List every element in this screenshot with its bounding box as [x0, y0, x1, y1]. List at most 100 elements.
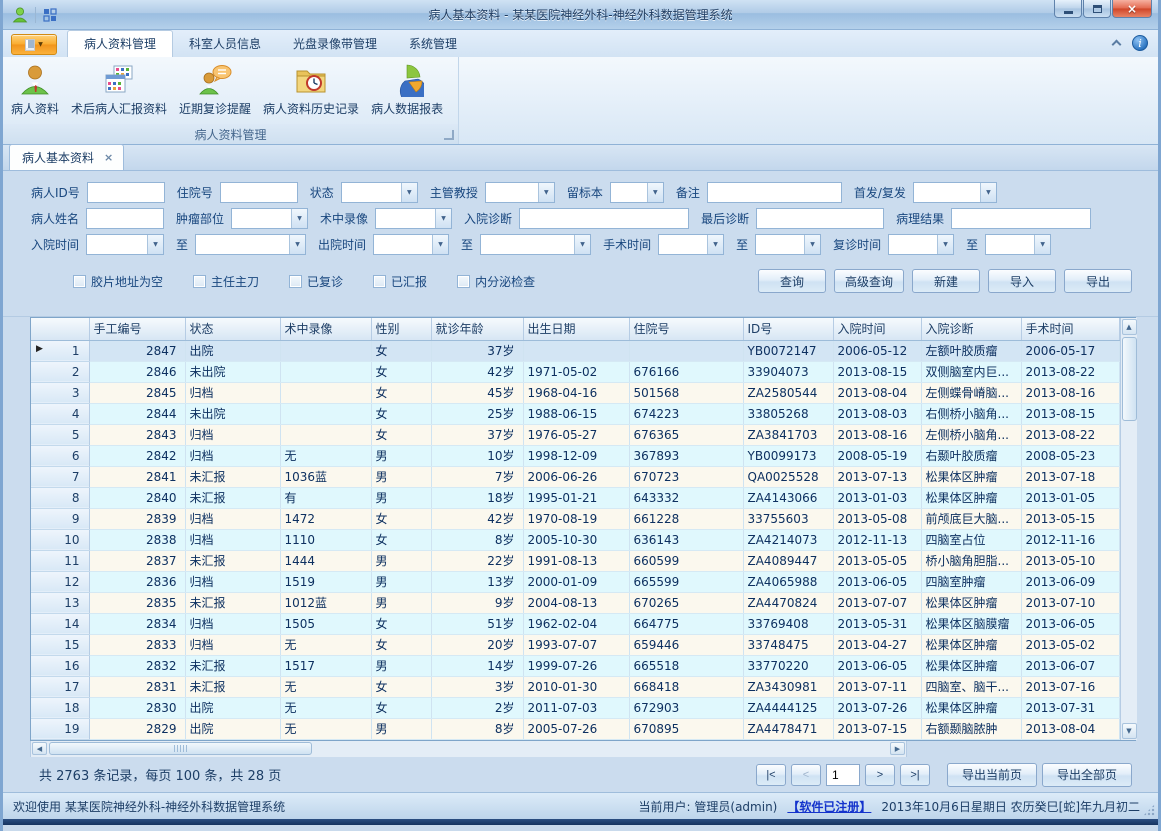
cell[interactable]: 左额叶胶质瘤	[921, 340, 1021, 361]
cell[interactable]: 2013-08-15	[833, 361, 921, 382]
cell[interactable]: 归档	[185, 508, 280, 529]
cell[interactable]: ZA4089447	[743, 550, 833, 571]
import-button[interactable]: 导入	[988, 269, 1056, 293]
export-current-page-button[interactable]: 导出当前页	[947, 763, 1037, 787]
cell[interactable]: 2835	[89, 592, 185, 613]
cell[interactable]: 松果体区肿瘤	[921, 487, 1021, 508]
cell[interactable]: 男	[371, 466, 431, 487]
cell[interactable]: 51岁	[431, 613, 523, 634]
cell[interactable]: 2013-08-22	[1021, 424, 1120, 445]
cell[interactable]: 2842	[89, 445, 185, 466]
row-header[interactable]: 13	[31, 592, 89, 613]
cell[interactable]: 1991-08-13	[523, 550, 629, 571]
cell[interactable]: 2013-07-31	[1021, 697, 1120, 718]
cell[interactable]: 归档	[185, 424, 280, 445]
row-header[interactable]: ▶1	[31, 340, 89, 361]
cell[interactable]: 643332	[629, 487, 743, 508]
cell[interactable]: 2847	[89, 340, 185, 361]
cell[interactable]: 1519	[280, 571, 371, 592]
cell[interactable]: 8岁	[431, 529, 523, 550]
horizontal-scrollbar-thumb[interactable]	[49, 742, 312, 755]
cell[interactable]: 1505	[280, 613, 371, 634]
export-button[interactable]: 导出	[1064, 269, 1132, 293]
cell[interactable]: 1999-07-26	[523, 655, 629, 676]
cell[interactable]: 33748475	[743, 634, 833, 655]
cell[interactable]: 2844	[89, 403, 185, 424]
cell[interactable]: 665518	[629, 655, 743, 676]
cell[interactable]: 四脑室肿瘤	[921, 571, 1021, 592]
row-header[interactable]: 6	[31, 445, 89, 466]
cell[interactable]: 665599	[629, 571, 743, 592]
cell[interactable]: 2013-08-15	[1021, 403, 1120, 424]
cell[interactable]: 1993-07-07	[523, 634, 629, 655]
column-header[interactable]: 手工编号	[89, 318, 185, 340]
cell[interactable]: 9岁	[431, 592, 523, 613]
horizontal-scrollbar[interactable]: ◀ ▶	[30, 741, 907, 758]
cell[interactable]: 前颅底巨大脑...	[921, 508, 1021, 529]
cell[interactable]: 672903	[629, 697, 743, 718]
cell[interactable]: 2834	[89, 613, 185, 634]
cell[interactable]: 左侧蝶骨嵴脑...	[921, 382, 1021, 403]
cell[interactable]: 右额颞脑脓肿	[921, 718, 1021, 739]
cell[interactable]: 1962-02-04	[523, 613, 629, 634]
cell[interactable]: 左侧桥小脑角...	[921, 424, 1021, 445]
cell[interactable]: 2840	[89, 487, 185, 508]
cell[interactable]: 2013-07-13	[833, 466, 921, 487]
table-row[interactable]: 132835未汇报1012蓝男9岁2004-08-13670265ZA44708…	[31, 592, 1120, 613]
cell[interactable]: 2012-11-13	[833, 529, 921, 550]
cell[interactable]: 2843	[89, 424, 185, 445]
row-header[interactable]: 8	[31, 487, 89, 508]
cell[interactable]: 无	[280, 634, 371, 655]
cell[interactable]: 2013-08-16	[1021, 382, 1120, 403]
cell[interactable]: 45岁	[431, 382, 523, 403]
cell[interactable]: 42岁	[431, 361, 523, 382]
cell[interactable]: 2013-08-22	[1021, 361, 1120, 382]
cell[interactable]: 664775	[629, 613, 743, 634]
cell[interactable]: 2013-06-09	[1021, 571, 1120, 592]
cell[interactable]: 2841	[89, 466, 185, 487]
cell[interactable]: 2012-11-16	[1021, 529, 1120, 550]
cell[interactable]: 2013-06-05	[833, 571, 921, 592]
pathology-input[interactable]	[951, 208, 1091, 229]
row-header[interactable]: 11	[31, 550, 89, 571]
cell[interactable]: 出院	[185, 340, 280, 361]
surgery-time-to[interactable]: ▼	[755, 234, 821, 255]
cell[interactable]	[280, 382, 371, 403]
tab-close-icon[interactable]: ×	[104, 151, 113, 164]
cell[interactable]: 男	[371, 487, 431, 508]
cell[interactable]: ZA3841703	[743, 424, 833, 445]
cell[interactable]: 未汇报	[185, 466, 280, 487]
new-button[interactable]: 新建	[912, 269, 980, 293]
table-row[interactable]: 182830出院无女2岁2011-07-03672903ZA4444125201…	[31, 697, 1120, 718]
cell[interactable]: 2013-07-07	[833, 592, 921, 613]
revisit-time-from[interactable]: ▼	[888, 234, 954, 255]
cell[interactable]: 367893	[629, 445, 743, 466]
table-row[interactable]: 102838归档1110女8岁2005-10-30636143ZA4214073…	[31, 529, 1120, 550]
surgery-time-from[interactable]: ▼	[658, 234, 724, 255]
cell[interactable]: 1444	[280, 550, 371, 571]
cell[interactable]: 女	[371, 403, 431, 424]
ribbon-collapse-icon[interactable]	[1112, 40, 1122, 50]
table-row[interactable]: 162832未汇报1517男14岁1999-07-266655183377022…	[31, 655, 1120, 676]
scroll-left-icon[interactable]: ◀	[32, 742, 47, 755]
admission-no-input[interactable]	[220, 182, 298, 203]
row-header[interactable]: 14	[31, 613, 89, 634]
postop-report-button[interactable]: 术后病人汇报资料	[65, 60, 173, 119]
cell[interactable]: 无	[280, 676, 371, 697]
cell[interactable]: 归档	[185, 529, 280, 550]
cell[interactable]: 2006-05-12	[833, 340, 921, 361]
advanced-query-button[interactable]: 高级查询	[834, 269, 904, 293]
cell[interactable]: 13岁	[431, 571, 523, 592]
status-select[interactable]: ▼	[341, 182, 418, 203]
row-header[interactable]: 3	[31, 382, 89, 403]
cell[interactable]: 1970-08-19	[523, 508, 629, 529]
cell[interactable]: YB0072147	[743, 340, 833, 361]
professor-select[interactable]: ▼	[485, 182, 555, 203]
cell[interactable]: 男	[371, 592, 431, 613]
cell[interactable]: 676166	[629, 361, 743, 382]
cell[interactable]: 33755603	[743, 508, 833, 529]
cell[interactable]: 四脑室、脑干...	[921, 676, 1021, 697]
cell[interactable]: 1971-05-02	[523, 361, 629, 382]
cell[interactable]: 7岁	[431, 466, 523, 487]
cell[interactable]: ZA3430981	[743, 676, 833, 697]
